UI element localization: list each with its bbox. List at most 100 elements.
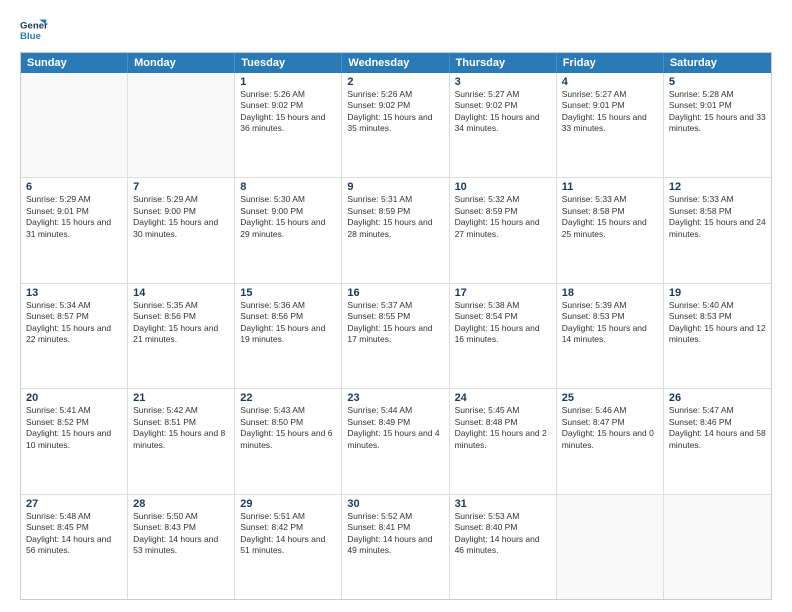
cell-info: Sunrise: 5:35 AM Sunset: 8:56 PM Dayligh… — [133, 300, 229, 346]
cell-info: Sunrise: 5:27 AM Sunset: 9:01 PM Dayligh… — [562, 89, 658, 135]
calendar-row: 20Sunrise: 5:41 AM Sunset: 8:52 PM Dayli… — [21, 389, 771, 494]
cell-info: Sunrise: 5:47 AM Sunset: 8:46 PM Dayligh… — [669, 405, 766, 451]
day-number: 7 — [133, 181, 229, 193]
cell-info: Sunrise: 5:50 AM Sunset: 8:43 PM Dayligh… — [133, 511, 229, 557]
cell-info: Sunrise: 5:43 AM Sunset: 8:50 PM Dayligh… — [240, 405, 336, 451]
calendar: SundayMondayTuesdayWednesdayThursdayFrid… — [20, 52, 772, 600]
weekday-header: Saturday — [664, 53, 771, 73]
calendar-cell: 23Sunrise: 5:44 AM Sunset: 8:49 PM Dayli… — [342, 389, 449, 493]
weekday-header: Sunday — [21, 53, 128, 73]
calendar-row: 27Sunrise: 5:48 AM Sunset: 8:45 PM Dayli… — [21, 495, 771, 599]
cell-info: Sunrise: 5:42 AM Sunset: 8:51 PM Dayligh… — [133, 405, 229, 451]
cell-info: Sunrise: 5:53 AM Sunset: 8:40 PM Dayligh… — [455, 511, 551, 557]
cell-info: Sunrise: 5:26 AM Sunset: 9:02 PM Dayligh… — [240, 89, 336, 135]
day-number: 9 — [347, 181, 443, 193]
logo: General Blue — [20, 16, 48, 44]
calendar-cell: 21Sunrise: 5:42 AM Sunset: 8:51 PM Dayli… — [128, 389, 235, 493]
cell-info: Sunrise: 5:40 AM Sunset: 8:53 PM Dayligh… — [669, 300, 766, 346]
day-number: 1 — [240, 76, 336, 88]
day-number: 26 — [669, 392, 766, 404]
day-number: 22 — [240, 392, 336, 404]
calendar-cell — [664, 495, 771, 599]
cell-info: Sunrise: 5:38 AM Sunset: 8:54 PM Dayligh… — [455, 300, 551, 346]
calendar-cell: 19Sunrise: 5:40 AM Sunset: 8:53 PM Dayli… — [664, 284, 771, 388]
day-number: 10 — [455, 181, 551, 193]
calendar-cell: 9Sunrise: 5:31 AM Sunset: 8:59 PM Daylig… — [342, 178, 449, 282]
calendar-cell — [21, 73, 128, 177]
calendar-row: 6Sunrise: 5:29 AM Sunset: 9:01 PM Daylig… — [21, 178, 771, 283]
calendar-cell: 25Sunrise: 5:46 AM Sunset: 8:47 PM Dayli… — [557, 389, 664, 493]
day-number: 2 — [347, 76, 443, 88]
calendar-cell: 12Sunrise: 5:33 AM Sunset: 8:58 PM Dayli… — [664, 178, 771, 282]
cell-info: Sunrise: 5:46 AM Sunset: 8:47 PM Dayligh… — [562, 405, 658, 451]
day-number: 8 — [240, 181, 336, 193]
calendar-cell: 1Sunrise: 5:26 AM Sunset: 9:02 PM Daylig… — [235, 73, 342, 177]
weekday-header: Wednesday — [342, 53, 449, 73]
cell-info: Sunrise: 5:29 AM Sunset: 9:01 PM Dayligh… — [26, 194, 122, 240]
day-number: 4 — [562, 76, 658, 88]
calendar-cell: 6Sunrise: 5:29 AM Sunset: 9:01 PM Daylig… — [21, 178, 128, 282]
day-number: 20 — [26, 392, 122, 404]
day-number: 12 — [669, 181, 766, 193]
day-number: 16 — [347, 287, 443, 299]
cell-info: Sunrise: 5:29 AM Sunset: 9:00 PM Dayligh… — [133, 194, 229, 240]
calendar-cell: 22Sunrise: 5:43 AM Sunset: 8:50 PM Dayli… — [235, 389, 342, 493]
cell-info: Sunrise: 5:30 AM Sunset: 9:00 PM Dayligh… — [240, 194, 336, 240]
calendar-body: 1Sunrise: 5:26 AM Sunset: 9:02 PM Daylig… — [21, 73, 771, 599]
day-number: 24 — [455, 392, 551, 404]
day-number: 25 — [562, 392, 658, 404]
calendar-cell: 13Sunrise: 5:34 AM Sunset: 8:57 PM Dayli… — [21, 284, 128, 388]
day-number: 31 — [455, 498, 551, 510]
day-number: 15 — [240, 287, 336, 299]
day-number: 23 — [347, 392, 443, 404]
cell-info: Sunrise: 5:34 AM Sunset: 8:57 PM Dayligh… — [26, 300, 122, 346]
cell-info: Sunrise: 5:31 AM Sunset: 8:59 PM Dayligh… — [347, 194, 443, 240]
calendar-cell: 7Sunrise: 5:29 AM Sunset: 9:00 PM Daylig… — [128, 178, 235, 282]
calendar-row: 1Sunrise: 5:26 AM Sunset: 9:02 PM Daylig… — [21, 73, 771, 178]
calendar-cell — [128, 73, 235, 177]
calendar-cell: 14Sunrise: 5:35 AM Sunset: 8:56 PM Dayli… — [128, 284, 235, 388]
calendar-cell: 31Sunrise: 5:53 AM Sunset: 8:40 PM Dayli… — [450, 495, 557, 599]
calendar-cell: 27Sunrise: 5:48 AM Sunset: 8:45 PM Dayli… — [21, 495, 128, 599]
day-number: 6 — [26, 181, 122, 193]
cell-info: Sunrise: 5:36 AM Sunset: 8:56 PM Dayligh… — [240, 300, 336, 346]
cell-info: Sunrise: 5:32 AM Sunset: 8:59 PM Dayligh… — [455, 194, 551, 240]
day-number: 5 — [669, 76, 766, 88]
cell-info: Sunrise: 5:45 AM Sunset: 8:48 PM Dayligh… — [455, 405, 551, 451]
cell-info: Sunrise: 5:52 AM Sunset: 8:41 PM Dayligh… — [347, 511, 443, 557]
day-number: 18 — [562, 287, 658, 299]
cell-info: Sunrise: 5:39 AM Sunset: 8:53 PM Dayligh… — [562, 300, 658, 346]
svg-text:Blue: Blue — [20, 31, 41, 42]
day-number: 13 — [26, 287, 122, 299]
calendar-cell: 30Sunrise: 5:52 AM Sunset: 8:41 PM Dayli… — [342, 495, 449, 599]
day-number: 14 — [133, 287, 229, 299]
cell-info: Sunrise: 5:26 AM Sunset: 9:02 PM Dayligh… — [347, 89, 443, 135]
weekday-header: Friday — [557, 53, 664, 73]
calendar-page: General Blue SundayMondayTuesdayWednesda… — [0, 0, 792, 612]
calendar-cell: 8Sunrise: 5:30 AM Sunset: 9:00 PM Daylig… — [235, 178, 342, 282]
cell-info: Sunrise: 5:51 AM Sunset: 8:42 PM Dayligh… — [240, 511, 336, 557]
page-header: General Blue — [20, 16, 772, 44]
cell-info: Sunrise: 5:48 AM Sunset: 8:45 PM Dayligh… — [26, 511, 122, 557]
calendar-cell: 15Sunrise: 5:36 AM Sunset: 8:56 PM Dayli… — [235, 284, 342, 388]
cell-info: Sunrise: 5:27 AM Sunset: 9:02 PM Dayligh… — [455, 89, 551, 135]
calendar-cell: 28Sunrise: 5:50 AM Sunset: 8:43 PM Dayli… — [128, 495, 235, 599]
day-number: 28 — [133, 498, 229, 510]
calendar-cell: 17Sunrise: 5:38 AM Sunset: 8:54 PM Dayli… — [450, 284, 557, 388]
cell-info: Sunrise: 5:44 AM Sunset: 8:49 PM Dayligh… — [347, 405, 443, 451]
day-number: 11 — [562, 181, 658, 193]
calendar-header: SundayMondayTuesdayWednesdayThursdayFrid… — [21, 53, 771, 73]
calendar-cell: 11Sunrise: 5:33 AM Sunset: 8:58 PM Dayli… — [557, 178, 664, 282]
cell-info: Sunrise: 5:33 AM Sunset: 8:58 PM Dayligh… — [562, 194, 658, 240]
cell-info: Sunrise: 5:37 AM Sunset: 8:55 PM Dayligh… — [347, 300, 443, 346]
cell-info: Sunrise: 5:41 AM Sunset: 8:52 PM Dayligh… — [26, 405, 122, 451]
day-number: 3 — [455, 76, 551, 88]
weekday-header: Tuesday — [235, 53, 342, 73]
calendar-cell: 3Sunrise: 5:27 AM Sunset: 9:02 PM Daylig… — [450, 73, 557, 177]
calendar-cell: 18Sunrise: 5:39 AM Sunset: 8:53 PM Dayli… — [557, 284, 664, 388]
day-number: 30 — [347, 498, 443, 510]
calendar-cell: 16Sunrise: 5:37 AM Sunset: 8:55 PM Dayli… — [342, 284, 449, 388]
calendar-cell: 29Sunrise: 5:51 AM Sunset: 8:42 PM Dayli… — [235, 495, 342, 599]
cell-info: Sunrise: 5:28 AM Sunset: 9:01 PM Dayligh… — [669, 89, 766, 135]
calendar-row: 13Sunrise: 5:34 AM Sunset: 8:57 PM Dayli… — [21, 284, 771, 389]
